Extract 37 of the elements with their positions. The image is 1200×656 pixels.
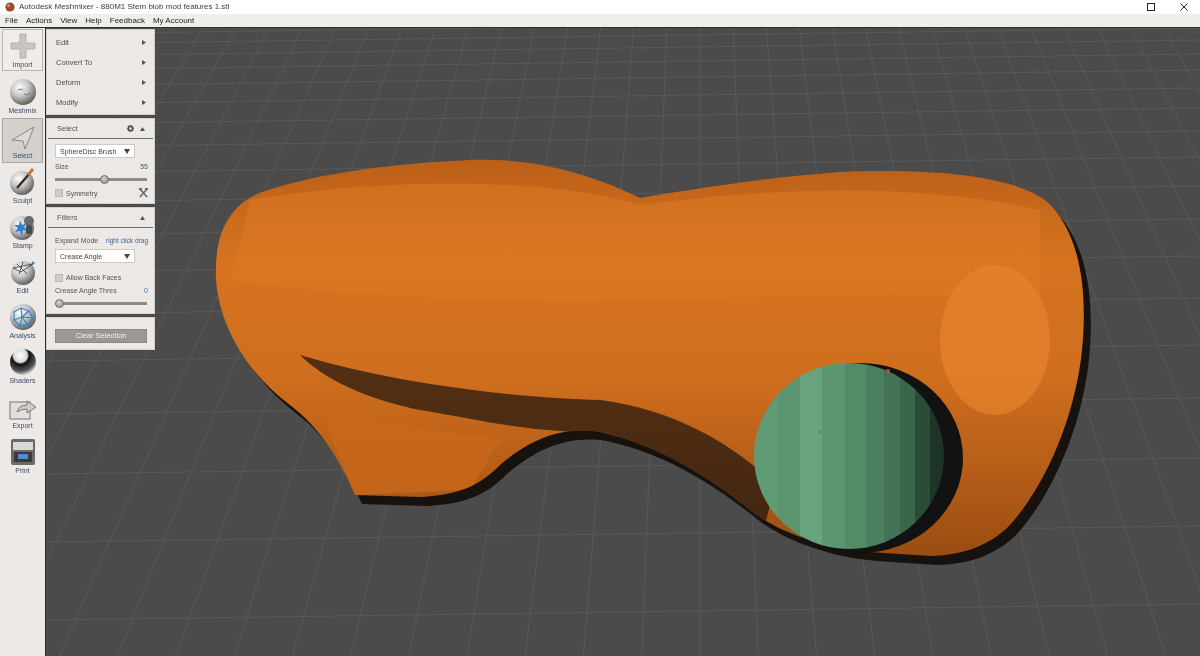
menu-item[interactable]: Help [81,14,106,27]
checkbox[interactable] [55,189,63,197]
3d-viewport[interactable] [46,28,1200,656]
arrow-icon [9,125,36,151]
menu-item[interactable]: Actions [21,14,57,27]
crossed-tools-icon[interactable] [139,188,148,198]
window-title: Autodesk Meshmixer - 880M1 Stem blob mod features 1.stl [19,2,230,12]
shiny-sphere-icon [8,348,37,376]
slider-thumb[interactable] [55,299,64,308]
printer-icon [8,438,37,466]
brush-sphere-icon [8,168,37,196]
submenu-arrow-icon [142,79,146,85]
caret-icon [124,253,130,259]
close-icon[interactable] [1180,3,1188,11]
slider-thumb[interactable] [99,175,109,184]
maximize-icon[interactable] [1147,3,1155,11]
submenu-arrow-icon [142,59,146,65]
mesh-model-drawing[interactable] [215,159,1091,565]
submenu-arrow-icon [142,99,146,105]
threshold-slider[interactable] [55,299,147,308]
wireframe-sphere-icon [8,258,37,286]
menu-item[interactable]: File [1,14,22,27]
submenu-arrow-icon [142,39,146,45]
app-logo-icon [5,2,15,12]
collapse-icon[interactable] [140,215,145,220]
menu-item[interactable]: My Account [148,14,199,27]
stamp-sphere-icon [8,213,37,241]
settings-icon[interactable] [127,125,134,132]
collapse-icon[interactable] [140,126,145,131]
checkbox[interactable] [55,273,63,282]
sphere-icon [8,78,37,106]
export-icon [8,397,37,421]
plus-icon [9,33,36,59]
menu-item[interactable]: Feedback [105,14,149,27]
menu-item[interactable]: View [56,14,82,27]
caret-icon [124,148,130,154]
network-sphere-icon [8,303,37,331]
